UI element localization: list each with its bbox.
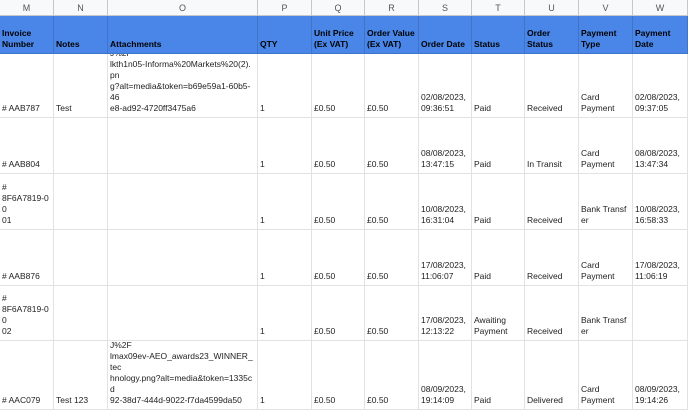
header-order-date[interactable]: Order Date [419,16,472,54]
cell-invoice-number[interactable]: # 8F6A7819-00 02 [0,286,54,341]
cell-order-status[interactable]: In Transit [525,118,579,174]
column-header-v[interactable]: V [579,0,633,16]
column-header-w[interactable]: W [633,0,688,16]
header-unit-price[interactable]: Unit Price (Ex VAT) [312,16,365,54]
cell-invoice-number[interactable]: # AAB876 [0,230,54,286]
cell-attachments[interactable] [108,174,258,230]
header-order-value[interactable]: Order Value (Ex VAT) [365,16,419,54]
column-header-u[interactable]: U [525,0,579,16]
header-payment-type[interactable]: Payment Type [579,16,633,54]
cell-order-value[interactable]: £0.50 [365,118,419,174]
header-order-status[interactable]: Order Status [525,16,579,54]
cell-order-date[interactable]: 17/08/2023, 11:06:07 [419,230,472,286]
cell-qty[interactable]: 1 [258,286,312,341]
header-attachments[interactable]: Attachments [108,16,258,54]
cell-qty[interactable]: 1 [258,341,312,410]
cell-payment-date[interactable]: 08/09/2023, 19:14:26 [633,341,688,410]
cell-notes[interactable] [54,174,108,230]
cell-order-date[interactable]: 10/08/2023, 16:31:04 [419,174,472,230]
header-qty[interactable]: QTY [258,16,312,54]
cell-payment-date[interactable]: 10/08/2023, 16:58:33 [633,174,688,230]
header-payment-date[interactable]: Payment Date [633,16,688,54]
cell-invoice-number[interactable]: # AAB787 [0,54,54,118]
cell-notes[interactable]: Test 123 [54,341,108,410]
cell-order-value[interactable]: £0.50 [365,230,419,286]
cell-order-date[interactable]: 08/09/2023, 19:14:09 [419,341,472,410]
cell-status[interactable]: Awaiting Payment [472,286,525,341]
cell-unit-price[interactable]: £0.50 [312,118,365,174]
cell-qty[interactable]: 1 [258,54,312,118]
cell-attachments[interactable]: https://firebasestorage.googleapis.com/ … [108,341,258,410]
column-header-q[interactable]: Q [312,0,365,16]
cell-order-status[interactable]: Delivered [525,341,579,410]
cell-order-date[interactable]: 17/08/2023, 12:13:22 [419,286,472,341]
column-header-p[interactable]: P [258,0,312,16]
cell-invoice-number[interactable]: # AAB804 [0,118,54,174]
cell-order-date[interactable]: 02/08/2023, 09:36:51 [419,54,472,118]
cell-payment-date[interactable]: 17/08/2023, 11:06:19 [633,230,688,286]
column-header-s[interactable]: S [419,0,472,16]
cell-unit-price[interactable]: £0.50 [312,341,365,410]
cell-payment-type[interactable]: Card Payment [579,118,633,174]
cell-payment-date[interactable]: 08/08/2023, 13:47:34 [633,118,688,174]
cell-qty[interactable]: 1 [258,230,312,286]
cell-attachments[interactable] [108,230,258,286]
cell-notes[interactable]: Test [54,54,108,118]
column-header-o[interactable]: O [108,0,258,16]
cell-status[interactable]: Paid [472,54,525,118]
cell-order-status[interactable]: Received [525,54,579,118]
cell-payment-date[interactable] [633,286,688,341]
cell-order-date[interactable]: 08/08/2023, 13:47:15 [419,118,472,174]
cell-invoice-number[interactable]: # AAC079 [0,341,54,410]
header-notes[interactable]: Notes [54,16,108,54]
cell-order-value[interactable]: £0.50 [365,174,419,230]
cell-qty[interactable]: 1 [258,174,312,230]
column-header-t[interactable]: T [472,0,525,16]
cell-payment-type[interactable]: Card Payment [579,341,633,410]
cell-attachments[interactable] [108,286,258,341]
cell-status[interactable]: Paid [472,174,525,230]
header-status[interactable]: Status [472,16,525,54]
cell-order-status[interactable]: Received [525,286,579,341]
cell-attachments[interactable]: https://firebasestorage.googleapis.com/ … [108,54,258,118]
cell-order-value[interactable]: £0.50 [365,54,419,118]
cell-notes[interactable] [54,118,108,174]
cell-qty[interactable]: 1 [258,118,312,174]
cell-attachments[interactable] [108,118,258,174]
cell-order-status[interactable]: Received [525,230,579,286]
cell-status[interactable]: Paid [472,118,525,174]
column-header-n[interactable]: N [54,0,108,16]
cell-order-value[interactable]: £0.50 [365,286,419,341]
cell-unit-price[interactable]: £0.50 [312,54,365,118]
cell-payment-type[interactable]: Card Payment [579,54,633,118]
cell-unit-price[interactable]: £0.50 [312,230,365,286]
column-header-m[interactable]: M [0,0,54,16]
cell-payment-type[interactable]: Bank Transfer [579,174,633,230]
cell-order-value[interactable]: £0.50 [365,341,419,410]
cell-order-status[interactable]: Received [525,174,579,230]
cell-status[interactable]: Paid [472,230,525,286]
cell-notes[interactable] [54,230,108,286]
cell-payment-type[interactable]: Bank Transfer [579,286,633,341]
cell-invoice-number[interactable]: # 8F6A7819-00 01 [0,174,54,230]
cell-unit-price[interactable]: £0.50 [312,286,365,341]
spreadsheet-grid: M N O P Q R S T U V W Invoice Number Notes Attachment… [0,0,688,410]
cell-payment-date[interactable]: 02/08/2023, 09:37:05 [633,54,688,118]
cell-notes[interactable] [54,286,108,341]
cell-status[interactable]: Paid [472,341,525,410]
header-invoice-number[interactable]: Invoice Number [0,16,54,54]
column-header-r[interactable]: R [365,0,419,16]
cell-payment-type[interactable]: Card Payment [579,230,633,286]
cell-unit-price[interactable]: £0.50 [312,174,365,230]
